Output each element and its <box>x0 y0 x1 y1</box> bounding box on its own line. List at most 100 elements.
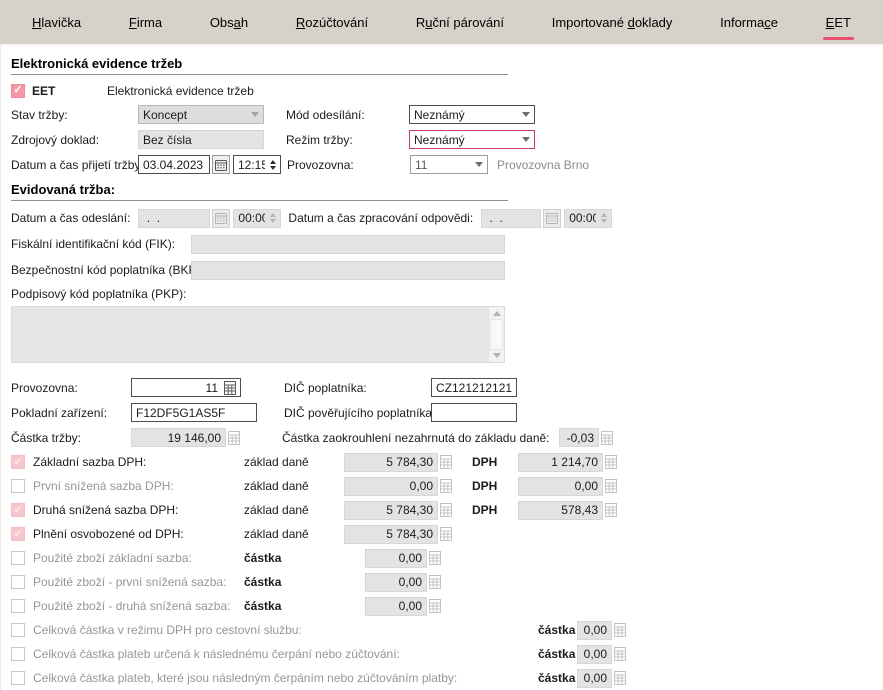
scrollbar-thumb[interactable] <box>490 319 503 350</box>
calendar-icon[interactable] <box>212 155 230 174</box>
time-spinner[interactable] <box>270 160 276 170</box>
dph-label: DPH <box>472 455 518 469</box>
rezim-trzby-label: Režim tržby: <box>286 133 409 147</box>
bkp-row: Bezpečnostní kód poplatníka (BKP): <box>11 257 873 283</box>
tax-row-label: Základní sazba DPH: <box>33 455 244 469</box>
rezim-trzby-select[interactable]: Neznámý <box>409 130 535 149</box>
pkp-label: Podpisový kód poplatníka (PKP): <box>11 287 186 301</box>
checkbox-zakladni-sazba[interactable] <box>11 455 25 469</box>
checkbox-plneni-osvobozene[interactable] <box>11 527 25 541</box>
dic-poverujiciho-input[interactable] <box>431 403 517 422</box>
used-goods-label: Použité zboží - druhá snížená sazba: <box>33 599 244 613</box>
section-title-eet: Elektronická evidence tržeb <box>11 54 508 75</box>
calculator-grid-icon <box>429 551 441 565</box>
total-row-label: Celková částka plateb určená k následném… <box>33 647 538 661</box>
eet-form-window: Hlavička Firma Obsah Rozúčtování Ruční p… <box>0 0 883 685</box>
datum-odeslani-date-field: . . <box>138 209 210 228</box>
calculator-grid-icon <box>605 455 617 469</box>
zaokrouhleni-field: -0,03 <box>559 428 599 447</box>
eet-checkbox-description: Elektronická evidence tržeb <box>107 84 254 98</box>
tab-importovane-doklady[interactable]: Importované doklady <box>546 12 679 33</box>
scroll-up-icon[interactable] <box>493 311 501 316</box>
calculator-grid-icon <box>440 479 452 493</box>
calculator-grid-icon <box>614 671 626 685</box>
calculator-grid-icon <box>614 647 626 661</box>
checkbox-pouzite-zakladni[interactable] <box>11 551 25 565</box>
used-goods-label: Použité zboží - první snížená sazba: <box>33 575 244 589</box>
pokladni-zarizeni-input[interactable]: F12DF5G1AS5F <box>131 403 257 422</box>
tax-row: Druhá snížená sazba DPH: základ daně 5 7… <box>11 498 873 522</box>
datum-prijeti-label: Datum a čas přijetí tržby: <box>11 158 138 172</box>
tab-rozuctovani[interactable]: Rozúčtování <box>290 12 374 33</box>
castka-label: částka <box>244 551 365 565</box>
eet-checkbox[interactable] <box>11 84 25 98</box>
base-amount-label: základ daně <box>244 455 344 469</box>
tax-row-label: Plnění osvobozené od DPH: <box>33 527 244 541</box>
mod-odesilani-select[interactable]: Neznámý <box>409 105 535 124</box>
zdrojovy-doklad-label: Zdrojový doklad: <box>11 133 138 147</box>
tab-eet[interactable]: EET <box>820 12 857 33</box>
cas-zpracovani-time-field: 00:00 <box>564 209 612 228</box>
used-goods-row: Použité zboží - první snížená sazba: čás… <box>11 570 873 594</box>
time-spinner <box>601 213 607 223</box>
checkbox-cestovni-sluzba[interactable] <box>11 623 25 637</box>
base-amount-field: 5 784,30 <box>344 501 438 520</box>
tax-row: Plnění osvobozené od DPH: základ daně 5 … <box>11 522 873 546</box>
provozovna-label: Provozovna: <box>287 158 410 172</box>
total-row: Celková částka v režimu DPH pro cestovní… <box>11 618 873 642</box>
calculator-grid-icon <box>440 503 452 517</box>
tab-informace[interactable]: Informace <box>714 12 784 33</box>
datum-zpracovani-label: Datum a čas zpracování odpovědi: <box>288 211 473 225</box>
tax-row-label: Druhá snížená sazba DPH: <box>33 503 244 517</box>
provozovna-dic-row: Provozovna: 11 DIČ poplatníka: CZ1212121… <box>11 375 873 400</box>
tab-firma[interactable]: Firma <box>123 12 168 33</box>
calculator-grid-icon[interactable] <box>224 381 236 395</box>
chevron-down-icon <box>522 137 530 142</box>
calculator-grid-icon <box>440 455 452 469</box>
zdrojovy-rezim-row: Zdrojový doklad: Bez čísla Režim tržby: … <box>11 127 873 152</box>
zaokrouhleni-label: Částka zaokrouhlení nezahrnutá do základ… <box>282 431 559 445</box>
dph-amount-field: 578,43 <box>518 501 603 520</box>
time-spinner <box>270 213 276 223</box>
tab-rucni-parovani[interactable]: Ruční párování <box>410 12 510 33</box>
tab-obsah[interactable]: Obsah <box>204 12 254 33</box>
chevron-down-icon <box>251 112 259 117</box>
castka-trzby-row: Částka tržby: 19 146,00 Částka zaokrouhl… <box>11 425 873 450</box>
datum-prijeti-date-input[interactable]: 03.04.2023 <box>138 155 210 174</box>
scroll-down-icon[interactable] <box>493 353 501 358</box>
checkbox-pouzite-prvni[interactable] <box>11 575 25 589</box>
bkp-field <box>191 261 505 280</box>
checkbox-prvni-snizena[interactable] <box>11 479 25 493</box>
datum-odeslani-label: Datum a čas odeslání: <box>11 211 130 225</box>
provozovna-select[interactable]: 11 <box>410 155 488 174</box>
calculator-grid-icon <box>429 599 441 613</box>
cas-odeslani-time-field: 00:00 <box>233 209 281 228</box>
base-amount-label: základ daně <box>244 479 344 493</box>
tax-row-label: První snížená sazba DPH: <box>33 479 244 493</box>
provozovna2-input[interactable]: 11 <box>131 378 241 397</box>
pkp-textarea[interactable] <box>11 306 505 363</box>
castka-label: částka <box>538 647 575 661</box>
castka-label: částka <box>244 575 365 589</box>
checkbox-naslednym-cerpanim[interactable] <box>11 671 25 685</box>
checkbox-druha-snizena[interactable] <box>11 503 25 517</box>
scrollbar[interactable] <box>488 307 504 362</box>
tab-bar: Hlavička Firma Obsah Rozúčtování Ruční p… <box>0 0 883 46</box>
total-row-label: Celková částka v režimu DPH pro cestovní… <box>33 623 538 637</box>
datum-odeslani-row: Datum a čas odeslání: . . 00:00 Datum a … <box>11 205 873 231</box>
calculator-grid-icon <box>601 431 613 445</box>
stav-trzby-select[interactable]: Koncept <box>138 105 264 124</box>
checkbox-nasledne-cerpani[interactable] <box>11 647 25 661</box>
total-row-label: Celková částka plateb, které jsou násled… <box>33 671 538 685</box>
calculator-grid-icon <box>429 575 441 589</box>
stav-trzby-label: Stav tržby: <box>11 108 138 122</box>
cas-prijeti-time-input[interactable]: 12:15 <box>233 155 281 174</box>
provozovna2-label: Provozovna: <box>11 381 131 395</box>
base-amount-field: 5 784,30 <box>344 453 438 472</box>
dic-poplatnika-input[interactable]: CZ1212121218 <box>431 378 517 397</box>
tab-hlavicka[interactable]: Hlavička <box>26 12 87 33</box>
used-goods-row: Použité zboží základní sazba: částka 0,0… <box>11 546 873 570</box>
zdrojovy-doklad-field: Bez čísla <box>138 130 264 149</box>
section-title-evidovana-trzba: Evidovaná tržba: <box>11 180 508 201</box>
checkbox-pouzite-druha[interactable] <box>11 599 25 613</box>
